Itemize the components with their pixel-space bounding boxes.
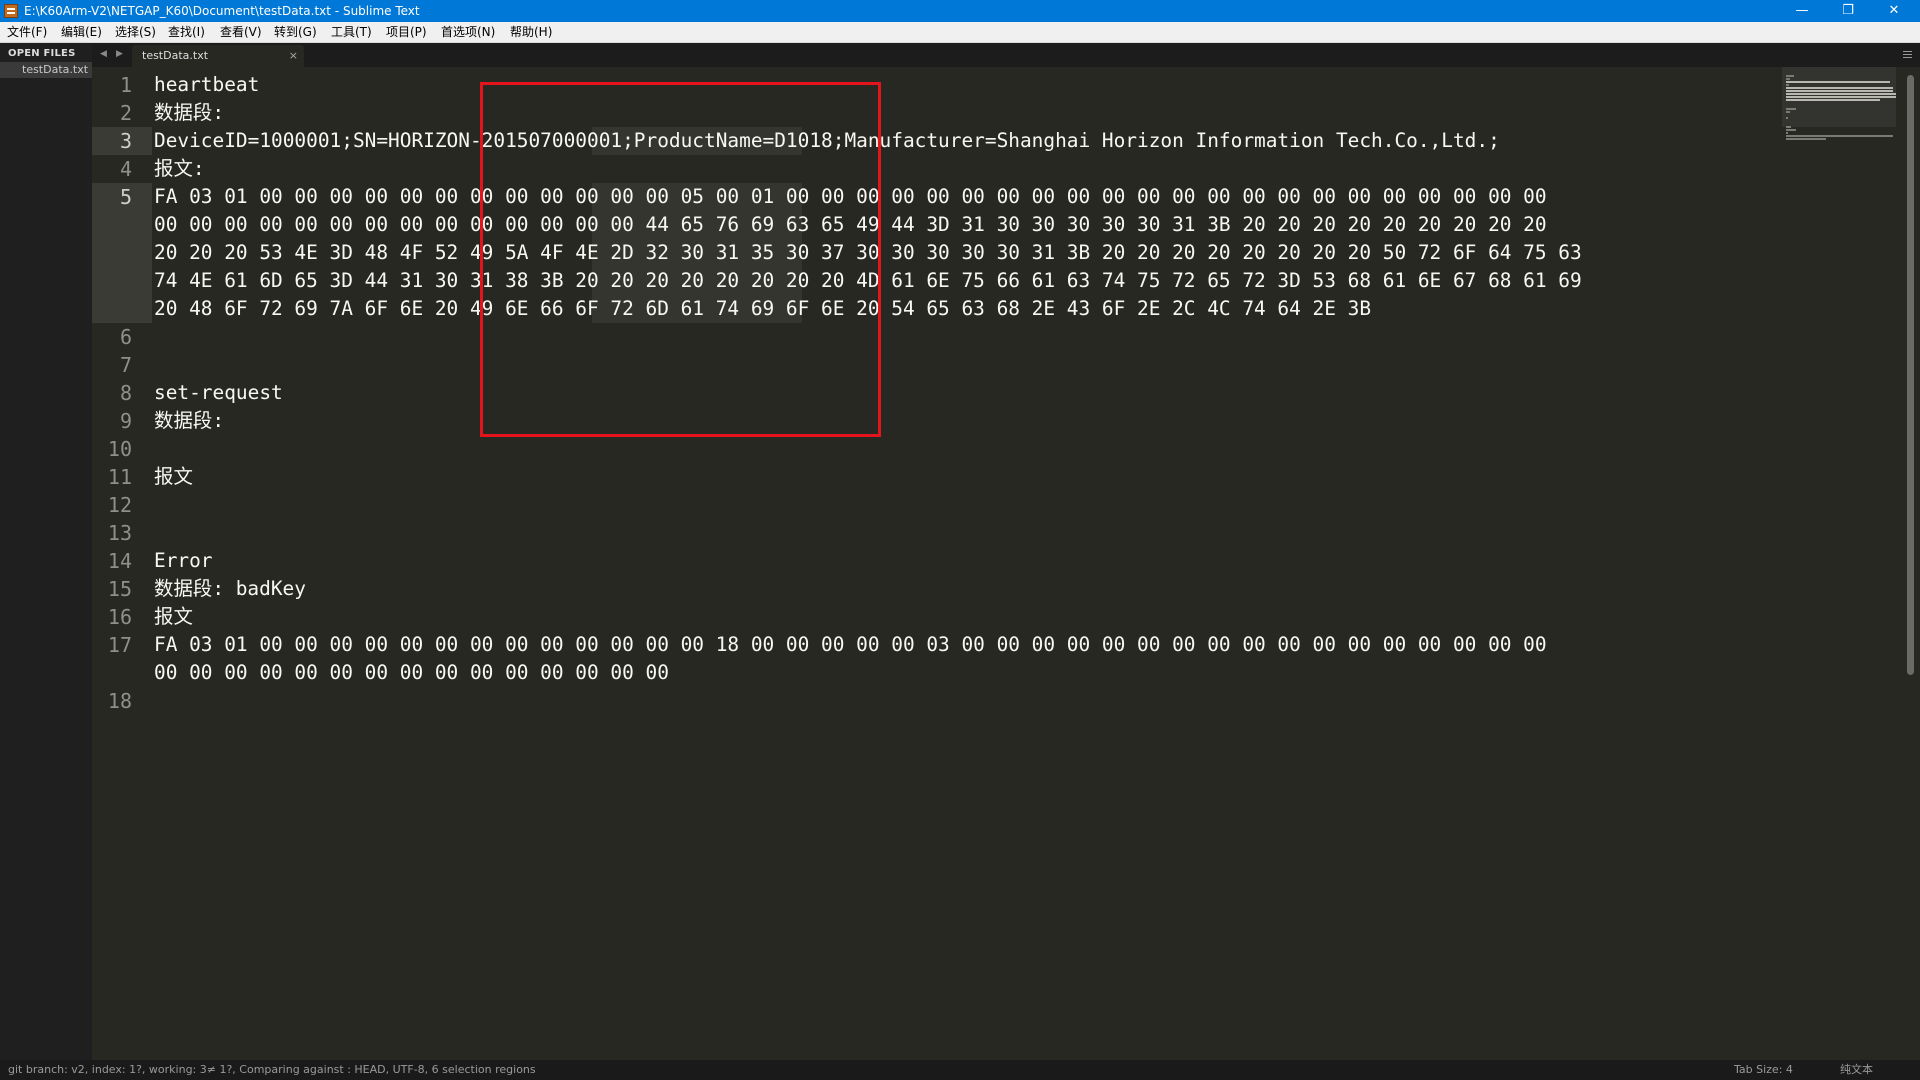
tab-label: testData.txt [142, 49, 209, 62]
menu-help[interactable]: 帮助(H) [510, 24, 552, 40]
code-line: FA 03 01 00 00 00 00 00 00 00 00 00 00 0… [154, 185, 1547, 208]
code-line: 数据段: [154, 409, 225, 432]
minimap-line [1786, 111, 1790, 113]
line-number: 7 [119, 353, 132, 377]
line-number: 16 [107, 605, 132, 629]
menu-project[interactable]: 项目(P) [386, 24, 427, 40]
code-line: 00 00 00 00 00 00 00 00 00 00 00 00 00 0… [154, 213, 1547, 236]
tab-menu-icon[interactable] [1903, 51, 1912, 58]
minimize-button[interactable]: — [1779, 0, 1825, 22]
minimap-line [1786, 126, 1791, 128]
minimap-line [1786, 135, 1893, 137]
line-number: 18 [107, 689, 132, 713]
open-files-header: OPEN FILES [8, 48, 76, 59]
editor-area[interactable]: heartbeat 数据段: DeviceID=1000001;SN=HORIZON… [152, 67, 1782, 1060]
line-number: 17 [107, 633, 132, 657]
code-line: Error [154, 549, 213, 572]
code-line: 报文 [154, 605, 193, 628]
minimap-line [1786, 108, 1796, 110]
line-number: 6 [119, 325, 132, 349]
line-number: 8 [119, 381, 132, 405]
status-syntax[interactable]: 纯文本 [1840, 1060, 1873, 1080]
minimap-line [1786, 87, 1893, 89]
minimap-line [1786, 96, 1896, 98]
minimap-line [1786, 138, 1826, 140]
tab-forward-icon[interactable]: ▶ [116, 49, 123, 59]
menu-selection[interactable]: 选择(S) [115, 24, 156, 40]
menu-find[interactable]: 查找(I) [168, 24, 205, 40]
menu-file[interactable]: 文件(F) [7, 24, 47, 40]
menu-view[interactable]: 查看(V) [220, 24, 262, 40]
tab-testdata[interactable]: testData.txt × [132, 45, 304, 67]
minimap-line [1786, 99, 1880, 101]
code-line: 报文 [154, 465, 193, 488]
line-number: 15 [107, 577, 132, 601]
window-title: E:\K60Arm-V2\NETGAP_K60\Document\testDat… [24, 4, 420, 18]
code-line: 20 48 6F 72 69 7A 6F 6E 20 49 6E 66 6F 7… [154, 297, 1372, 320]
menu-goto[interactable]: 转到(G) [274, 24, 317, 40]
line-number: 3 [119, 129, 132, 153]
menu-preferences[interactable]: 首选项(N) [441, 24, 495, 40]
code-line: 74 4E 61 6D 65 3D 44 31 30 31 38 3B 20 2… [154, 269, 1582, 292]
code-line: FA 03 01 00 00 00 00 00 00 00 00 00 00 0… [154, 633, 1547, 656]
line-number: 1 [119, 73, 132, 97]
sidebar-file-testdata[interactable]: testData.txt [0, 62, 92, 78]
minimap-line [1786, 117, 1788, 119]
vertical-scrollbar[interactable] [1907, 75, 1914, 675]
sublime-text-icon [4, 4, 18, 18]
code-line: 数据段: badKey [154, 577, 306, 600]
title-bar: E:\K60Arm-V2\NETGAP_K60\Document\testDat… [0, 0, 1920, 22]
line-number: 2 [119, 101, 132, 125]
status-tab-size[interactable]: Tab Size: 4 [1734, 1060, 1793, 1080]
line-number: 11 [107, 465, 132, 489]
minimap-line [1786, 93, 1896, 95]
minimap-line [1786, 84, 1789, 86]
menu-tools[interactable]: 工具(T) [331, 24, 372, 40]
line-number: 9 [119, 409, 132, 433]
code-line: 20 20 20 53 4E 3D 48 4F 52 49 5A 4F 4E 2… [154, 241, 1582, 264]
minimap-line [1786, 90, 1893, 92]
code-line: 报文: [154, 157, 205, 180]
status-git-info: git branch: v2, index: 1?, working: 3≠ 1… [8, 1063, 536, 1076]
code-line: 00 00 00 00 00 00 00 00 00 00 00 00 00 0… [154, 661, 669, 684]
tab-close-icon[interactable]: × [289, 45, 298, 67]
line-number: 14 [107, 549, 132, 573]
tab-bar: ◀ ▶ testData.txt × [92, 43, 1920, 67]
code-line: 数据段: [154, 101, 225, 124]
line-number: 5 [119, 185, 132, 209]
minimap[interactable] [1782, 67, 1900, 267]
line-number: 13 [107, 521, 132, 545]
code-line: DeviceID=1000001;SN=HORIZON-201507000001… [154, 129, 1500, 152]
code-line: set-request [154, 381, 283, 404]
minimap-line [1786, 78, 1790, 80]
menu-bar: 文件(F) 编辑(E) 选择(S) 查找(I) 查看(V) 转到(G) 工具(T… [0, 22, 1920, 43]
line-number: 4 [119, 157, 132, 181]
close-button[interactable]: ✕ [1871, 0, 1917, 22]
menu-edit[interactable]: 编辑(E) [61, 24, 102, 40]
line-number-gutter: 1 2 3 4 5 6 7 8 9 10 11 12 13 14 15 16 17 18 [92, 67, 152, 1060]
line-number: 10 [107, 437, 132, 461]
minimap-line [1786, 132, 1788, 134]
minimap-line [1786, 81, 1890, 83]
tab-back-icon[interactable]: ◀ [100, 49, 107, 59]
line-number: 12 [107, 493, 132, 517]
minimap-line [1786, 75, 1794, 77]
restore-button[interactable]: ❐ [1825, 0, 1871, 22]
sidebar: OPEN FILES testData.txt [0, 43, 92, 1060]
minimap-line [1786, 129, 1796, 131]
code-line: heartbeat [154, 73, 260, 96]
status-bar: git branch: v2, index: 1?, working: 3≠ 1… [0, 1060, 1920, 1080]
